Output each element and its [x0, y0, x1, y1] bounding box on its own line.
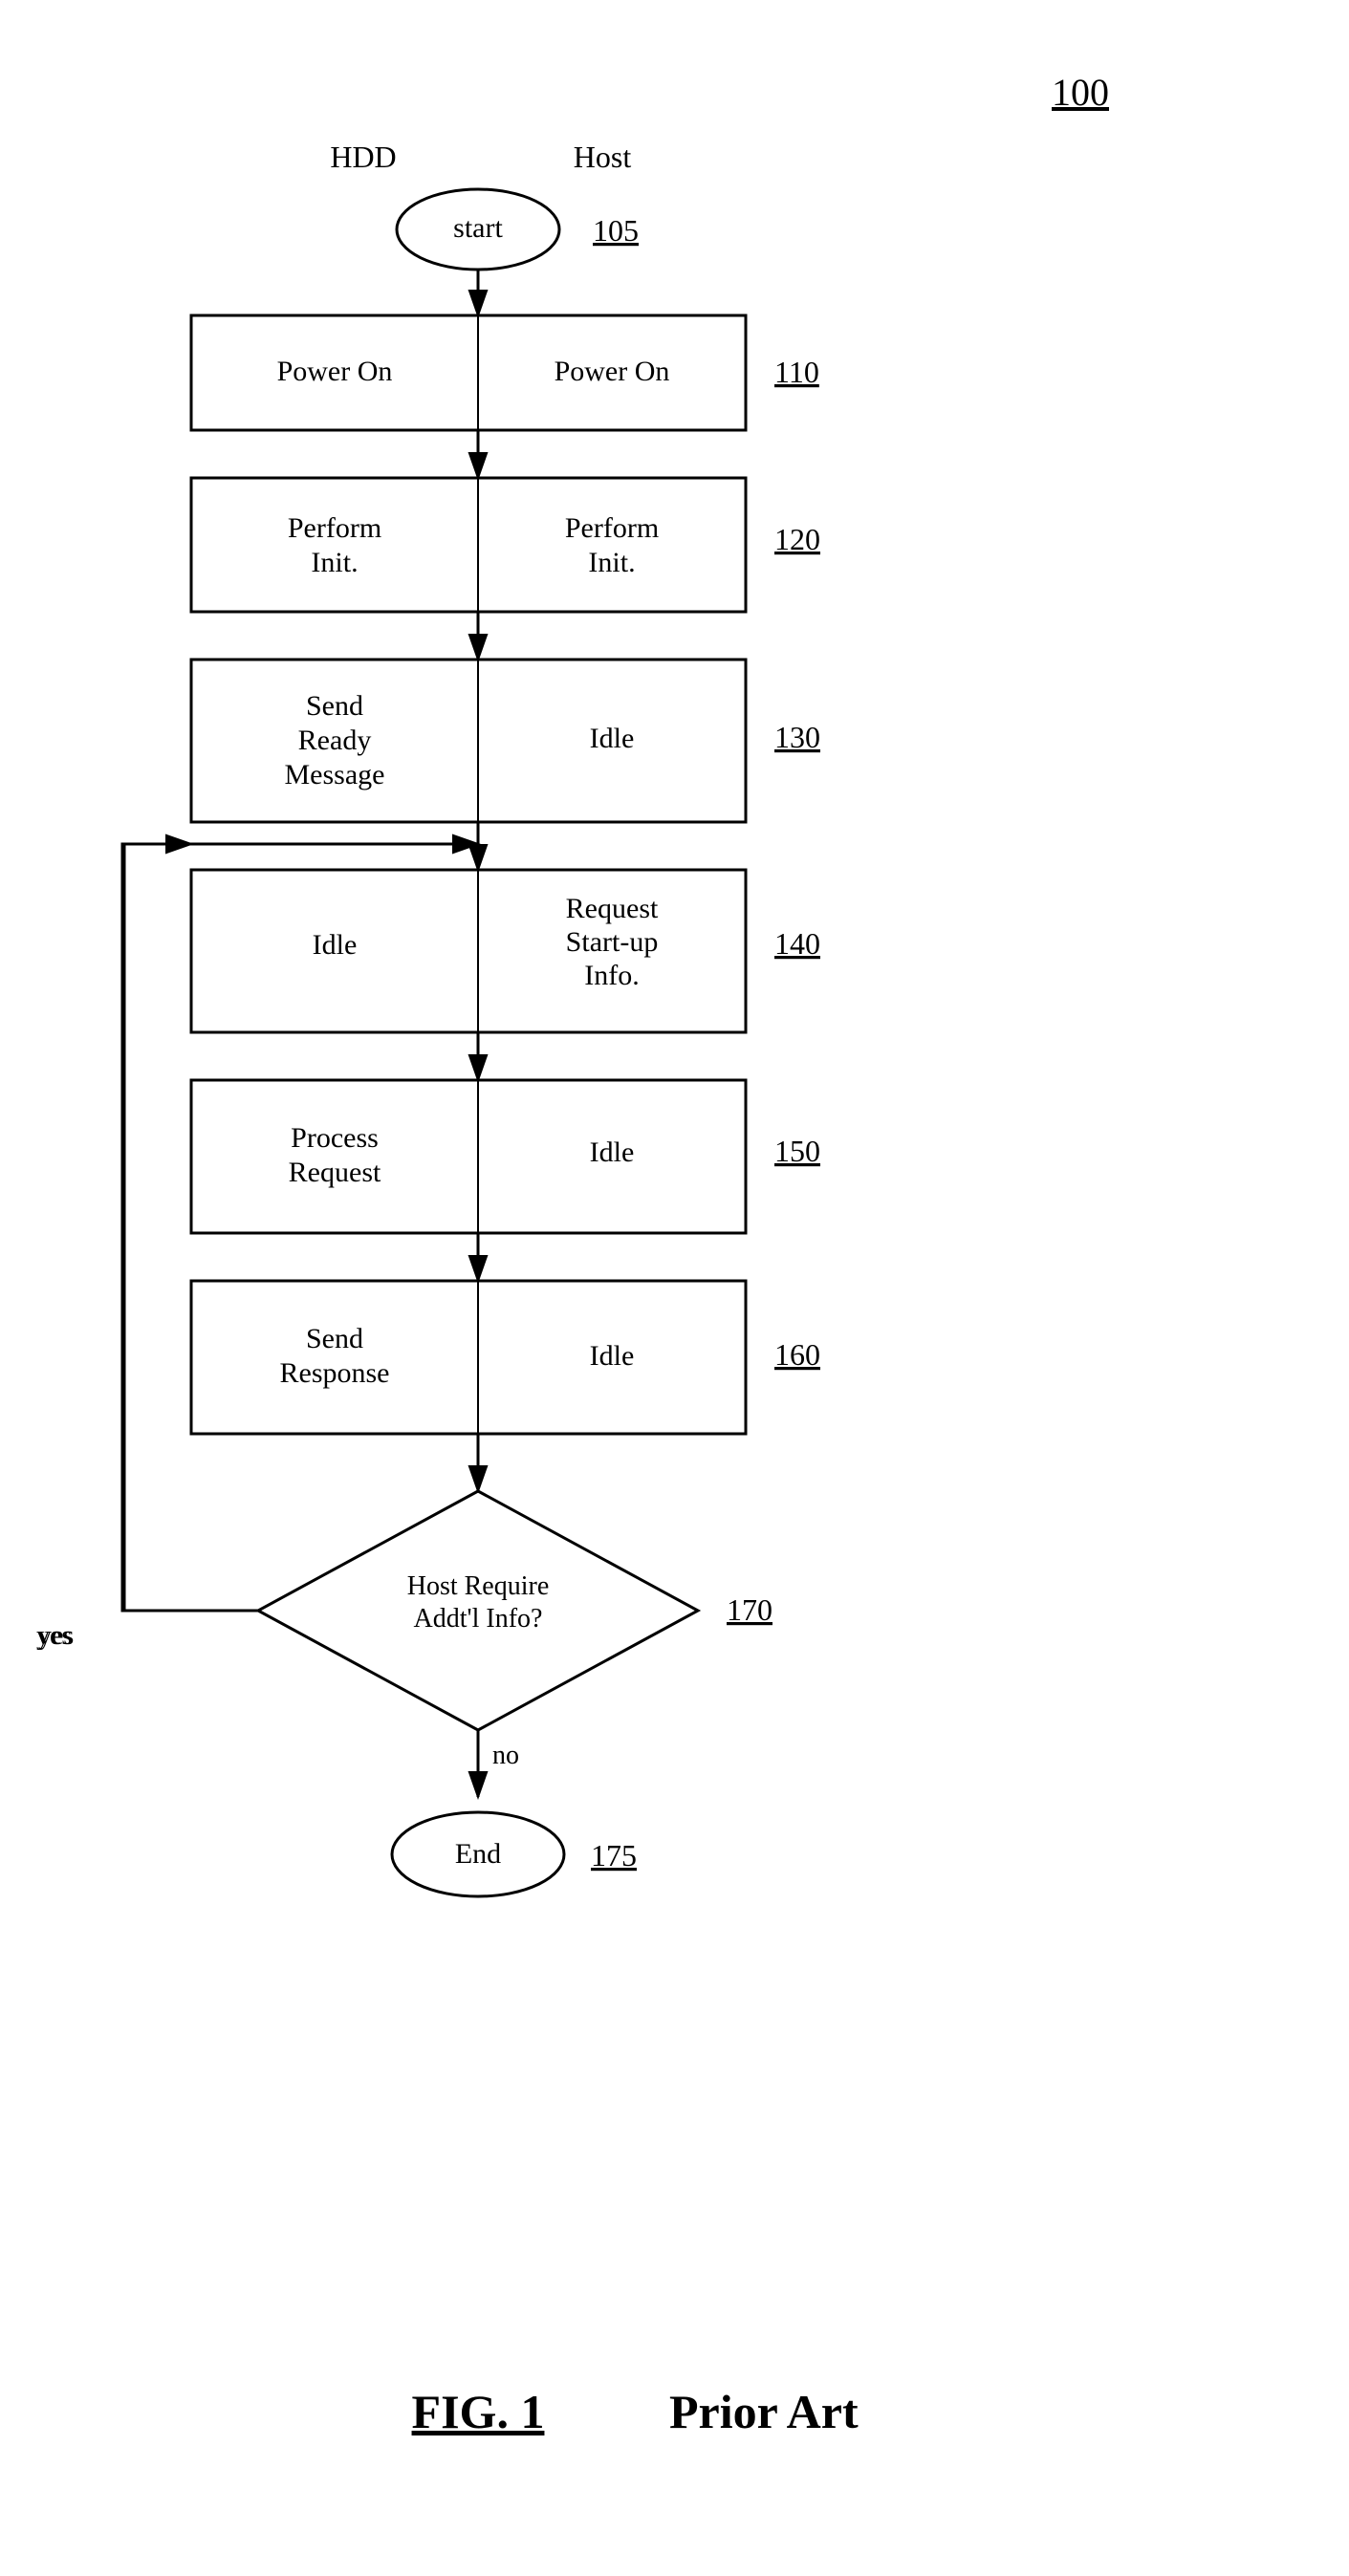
ref-170: 170 — [727, 1592, 772, 1627]
main-flowchart: 100 HDD Host start 105 Power On Power On… — [0, 0, 1349, 2576]
d170-text1: Host Require — [407, 1571, 550, 1601]
b120-host-1: Perform — [565, 512, 659, 544]
col-host: Host — [574, 140, 632, 174]
ref-100-label: 100 — [1052, 71, 1109, 114]
box-140 — [191, 870, 746, 1032]
b150-host: Idle — [590, 1136, 635, 1168]
b160-hdd-1: Send — [306, 1323, 363, 1354]
b150-hdd-2: Request — [289, 1157, 381, 1188]
b150-hdd-1: Process — [291, 1122, 379, 1154]
b110-hdd: Power On — [277, 356, 393, 387]
fig-number-text: FIG. 1 — [412, 2385, 545, 2438]
d170-text2: Addt'l Info? — [414, 1604, 543, 1634]
ref-150: 150 — [774, 1134, 820, 1168]
box-160 — [191, 1281, 746, 1434]
ref-175: 175 — [591, 1838, 637, 1872]
start-text: start — [453, 212, 503, 244]
b140-host-2: Start-up — [566, 926, 659, 958]
ref-110: 110 — [774, 355, 819, 389]
ref-105: 105 — [593, 213, 639, 248]
yes-label: yes — [38, 1621, 74, 1651]
end-text: End — [455, 1838, 501, 1870]
ref-130: 130 — [774, 720, 820, 754]
b140-hdd: Idle — [313, 929, 358, 961]
b130-hdd-3: Message — [285, 759, 385, 790]
b130-host: Idle — [590, 723, 635, 754]
col-hdd: HDD — [330, 140, 396, 174]
b140-host-1: Request — [566, 893, 659, 924]
b120-hdd-2: Init. — [311, 547, 358, 578]
b110-host: Power On — [555, 356, 670, 387]
box-120 — [191, 478, 746, 612]
ref-120: 120 — [774, 522, 820, 556]
b130-hdd-1: Send — [306, 690, 363, 722]
b120-hdd-1: Perform — [288, 512, 381, 544]
b130-hdd-2: Ready — [298, 725, 372, 756]
ref-160: 160 — [774, 1337, 820, 1372]
b160-host: Idle — [590, 1340, 635, 1372]
fig-sublabel-text: Prior Art — [669, 2385, 859, 2438]
ref-140: 140 — [774, 926, 820, 961]
box-150 — [191, 1080, 746, 1233]
b120-host-2: Init. — [588, 547, 635, 578]
no-label: no — [492, 1741, 519, 1770]
b160-hdd-2: Response — [280, 1357, 390, 1389]
box-130 — [191, 660, 746, 822]
b140-host-3: Info. — [584, 960, 639, 991]
